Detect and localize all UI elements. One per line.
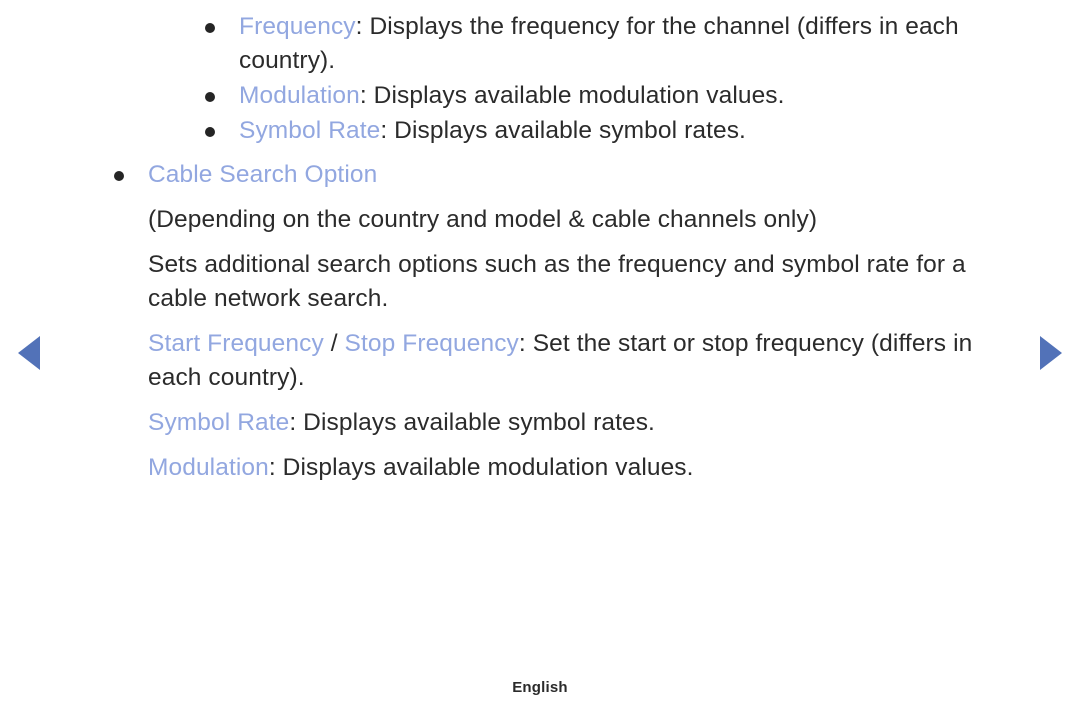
section-heading-item: Cable Search Option xyxy=(0,158,1080,192)
sub-option: Start Frequency / Stop Frequency: Set th… xyxy=(0,327,1080,395)
option-description: : Displays available symbol rates. xyxy=(380,117,746,144)
list-item: Frequency: Displays the frequency for th… xyxy=(0,10,1080,78)
option-term-a: Symbol Rate xyxy=(148,409,290,436)
option-term-a: Modulation xyxy=(148,454,269,481)
page-content: Frequency: Displays the frequency for th… xyxy=(0,0,1080,485)
option-term-a: Start Frequency xyxy=(148,330,324,357)
option-term: Frequency xyxy=(239,13,356,40)
option-separator: / xyxy=(323,330,345,357)
option-description: : Displays available modulation values. xyxy=(268,454,694,481)
option-description: : Displays available modulation values. xyxy=(359,82,785,109)
option-term: Modulation xyxy=(239,82,360,109)
bullet-icon xyxy=(205,23,215,33)
option-description: : Displays available symbol rates. xyxy=(289,409,655,436)
bullet-icon xyxy=(205,92,215,102)
bullet-icon xyxy=(205,127,215,137)
option-term-b: Stop Frequency xyxy=(344,330,519,357)
bullet-icon xyxy=(114,171,124,181)
option-term: Symbol Rate xyxy=(239,117,381,144)
sub-option: Modulation: Displays available modulatio… xyxy=(0,451,1080,485)
manual-page: Frequency: Displays the frequency for th… xyxy=(0,0,1080,705)
list-item: Symbol Rate: Displays available symbol r… xyxy=(0,114,1080,148)
sub-option: Symbol Rate: Displays available symbol r… xyxy=(0,406,1080,440)
section-heading: Cable Search Option xyxy=(148,161,378,188)
footer-language-label: English xyxy=(512,679,568,696)
list-item: Modulation: Displays available modulatio… xyxy=(0,79,1080,113)
section-body: Sets additional search options such as t… xyxy=(148,251,966,312)
section-note: (Depending on the country and model & ca… xyxy=(148,206,818,233)
